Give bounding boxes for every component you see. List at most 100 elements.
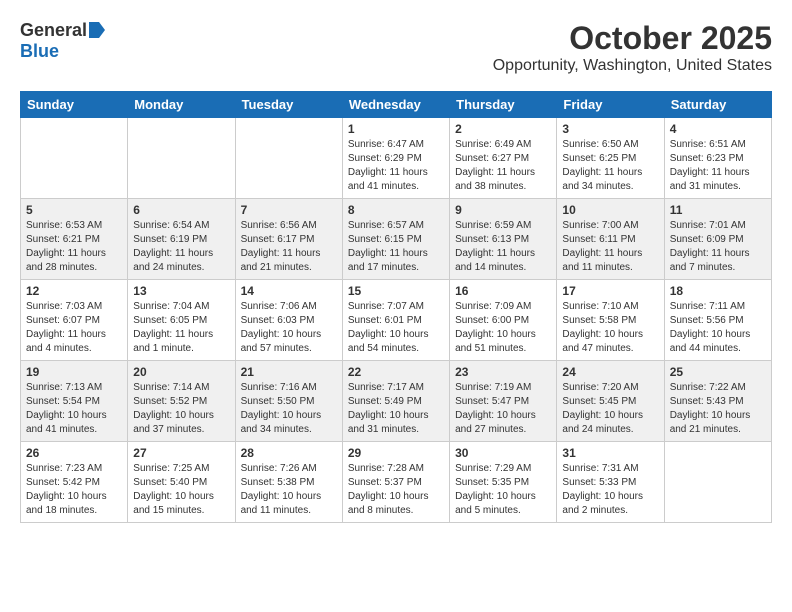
logo-arrow-icon (89, 22, 105, 38)
day-number: 27 (133, 446, 229, 460)
col-saturday: Saturday (664, 92, 771, 118)
day-number: 19 (26, 365, 122, 379)
col-friday: Friday (557, 92, 664, 118)
day-number: 13 (133, 284, 229, 298)
table-row: 20Sunrise: 7:14 AM Sunset: 5:52 PM Dayli… (128, 361, 235, 442)
day-info: Sunrise: 6:57 AM Sunset: 6:15 PM Dayligh… (348, 219, 444, 275)
day-number: 18 (670, 284, 766, 298)
table-row: 12Sunrise: 7:03 AM Sunset: 6:07 PM Dayli… (21, 280, 128, 361)
day-number: 17 (562, 284, 658, 298)
day-number: 21 (241, 365, 337, 379)
day-info: Sunrise: 7:06 AM Sunset: 6:03 PM Dayligh… (241, 300, 337, 356)
day-info: Sunrise: 7:20 AM Sunset: 5:45 PM Dayligh… (562, 381, 658, 437)
table-row (235, 118, 342, 199)
day-number: 16 (455, 284, 551, 298)
table-row: 30 Sunrise: 7:29 AM Sunset: 5:35 PM Dayli… (450, 442, 557, 523)
day-info: Sunrise: 7:00 AM Sunset: 6:11 PM Dayligh… (562, 219, 658, 275)
table-row: 21 Sunrise: 7:16 AM Sunset: 5:50 PM Dayli… (235, 361, 342, 442)
day-number: 29 (348, 446, 444, 460)
table-row: 11 Sunrise: 7:01 AM Sunset: 6:09 PM Dayli… (664, 199, 771, 280)
table-row (128, 118, 235, 199)
table-row: 15Sunrise: 7:07 AM Sunset: 6:01 PM Dayli… (342, 280, 449, 361)
table-row: 6 Sunrise: 6:54 AM Sunset: 6:19 PM Daylig… (128, 199, 235, 280)
table-row: 10 Sunrise: 7:00 AM Sunset: 6:11 PM Dayli… (557, 199, 664, 280)
day-info: Sunrise: 7:14 AM Sunset: 5:52 PM Dayligh… (133, 381, 229, 437)
table-row: 24 Sunrise: 7:20 AM Sunset: 5:45 PM Dayli… (557, 361, 664, 442)
table-row: 7Sunrise: 6:56 AM Sunset: 6:17 PM Daylig… (235, 199, 342, 280)
table-row: 5Sunrise: 6:53 AM Sunset: 6:21 PM Daylig… (21, 199, 128, 280)
day-info: Sunrise: 7:03 AM Sunset: 6:07 PM Dayligh… (26, 300, 122, 356)
table-row: 13 Sunrise: 7:04 AM Sunset: 6:05 PM Dayli… (128, 280, 235, 361)
table-row: 31 Sunrise: 7:31 AM Sunset: 5:33 PM Dayli… (557, 442, 664, 523)
page: General Blue October 2025 Opportunity, W… (0, 0, 792, 533)
day-number: 28 (241, 446, 337, 460)
day-info: Sunrise: 7:22 AM Sunset: 5:43 PM Dayligh… (670, 381, 766, 437)
day-info: Sunrise: 6:59 AM Sunset: 6:13 PM Dayligh… (455, 219, 551, 275)
day-info: Sunrise: 7:10 AM Sunset: 5:58 PM Dayligh… (562, 300, 658, 356)
day-info: Sunrise: 7:19 AM Sunset: 5:47 PM Dayligh… (455, 381, 551, 437)
col-thursday: Thursday (450, 92, 557, 118)
table-row: 2Sunrise: 6:49 AM Sunset: 6:27 PM Daylig… (450, 118, 557, 199)
table-row: 1Sunrise: 6:47 AM Sunset: 6:29 PM Daylig… (342, 118, 449, 199)
day-number: 3 (562, 122, 658, 136)
day-info: Sunrise: 6:50 AM Sunset: 6:25 PM Dayligh… (562, 138, 658, 194)
day-info: Sunrise: 7:16 AM Sunset: 5:50 PM Dayligh… (241, 381, 337, 437)
day-info: Sunrise: 7:01 AM Sunset: 6:09 PM Dayligh… (670, 219, 766, 275)
day-number: 9 (455, 203, 551, 217)
header: General Blue October 2025 Opportunity, W… (20, 20, 772, 75)
table-row: 4Sunrise: 6:51 AM Sunset: 6:23 PM Daylig… (664, 118, 771, 199)
day-info: Sunrise: 7:04 AM Sunset: 6:05 PM Dayligh… (133, 300, 229, 356)
day-info: Sunrise: 7:13 AM Sunset: 5:54 PM Dayligh… (26, 381, 122, 437)
day-info: Sunrise: 6:56 AM Sunset: 6:17 PM Dayligh… (241, 219, 337, 275)
table-row: 19 Sunrise: 7:13 AM Sunset: 5:54 PM Dayli… (21, 361, 128, 442)
table-row (664, 442, 771, 523)
table-row: 28 Sunrise: 7:26 AM Sunset: 5:38 PM Dayli… (235, 442, 342, 523)
page-subtitle: Opportunity, Washington, United States (493, 57, 772, 75)
table-row (21, 118, 128, 199)
day-info: Sunrise: 7:28 AM Sunset: 5:37 PM Dayligh… (348, 462, 444, 518)
day-number: 24 (562, 365, 658, 379)
calendar-table: Sunday Monday Tuesday Wednesday Thursday… (20, 91, 772, 523)
day-number: 10 (562, 203, 658, 217)
day-info: Sunrise: 7:25 AM Sunset: 5:40 PM Dayligh… (133, 462, 229, 518)
calendar-week-row: 12Sunrise: 7:03 AM Sunset: 6:07 PM Dayli… (21, 280, 772, 361)
day-info: Sunrise: 7:09 AM Sunset: 6:00 PM Dayligh… (455, 300, 551, 356)
calendar-header-row: Sunday Monday Tuesday Wednesday Thursday… (21, 92, 772, 118)
table-row: 16 Sunrise: 7:09 AM Sunset: 6:00 PM Dayli… (450, 280, 557, 361)
logo-blue-text: Blue (20, 41, 59, 62)
col-monday: Monday (128, 92, 235, 118)
day-number: 6 (133, 203, 229, 217)
table-row: 29 Sunrise: 7:28 AM Sunset: 5:37 PM Dayli… (342, 442, 449, 523)
table-row: 26Sunrise: 7:23 AM Sunset: 5:42 PM Dayli… (21, 442, 128, 523)
logo-general-text: General (20, 20, 87, 41)
table-row: 27 Sunrise: 7:25 AM Sunset: 5:40 PM Dayli… (128, 442, 235, 523)
table-row: 14Sunrise: 7:06 AM Sunset: 6:03 PM Dayli… (235, 280, 342, 361)
table-row: 17 Sunrise: 7:10 AM Sunset: 5:58 PM Dayli… (557, 280, 664, 361)
calendar-week-row: 26Sunrise: 7:23 AM Sunset: 5:42 PM Dayli… (21, 442, 772, 523)
day-info: Sunrise: 7:26 AM Sunset: 5:38 PM Dayligh… (241, 462, 337, 518)
day-number: 4 (670, 122, 766, 136)
day-number: 25 (670, 365, 766, 379)
logo: General Blue (20, 20, 105, 62)
day-number: 30 (455, 446, 551, 460)
day-info: Sunrise: 6:54 AM Sunset: 6:19 PM Dayligh… (133, 219, 229, 275)
table-row: 25 Sunrise: 7:22 AM Sunset: 5:43 PM Dayli… (664, 361, 771, 442)
title-block: October 2025 Opportunity, Washington, Un… (493, 20, 772, 75)
day-info: Sunrise: 7:23 AM Sunset: 5:42 PM Dayligh… (26, 462, 122, 518)
table-row: 22Sunrise: 7:17 AM Sunset: 5:49 PM Dayli… (342, 361, 449, 442)
table-row: 3 Sunrise: 6:50 AM Sunset: 6:25 PM Daylig… (557, 118, 664, 199)
day-info: Sunrise: 7:07 AM Sunset: 6:01 PM Dayligh… (348, 300, 444, 356)
day-number: 11 (670, 203, 766, 217)
day-info: Sunrise: 6:47 AM Sunset: 6:29 PM Dayligh… (348, 138, 444, 194)
day-number: 23 (455, 365, 551, 379)
day-info: Sunrise: 7:31 AM Sunset: 5:33 PM Dayligh… (562, 462, 658, 518)
day-number: 31 (562, 446, 658, 460)
calendar-week-row: 19 Sunrise: 7:13 AM Sunset: 5:54 PM Dayli… (21, 361, 772, 442)
page-title: October 2025 (493, 20, 772, 57)
day-info: Sunrise: 7:29 AM Sunset: 5:35 PM Dayligh… (455, 462, 551, 518)
col-sunday: Sunday (21, 92, 128, 118)
col-tuesday: Tuesday (235, 92, 342, 118)
day-info: Sunrise: 7:17 AM Sunset: 5:49 PM Dayligh… (348, 381, 444, 437)
day-info: Sunrise: 6:53 AM Sunset: 6:21 PM Dayligh… (26, 219, 122, 275)
day-number: 2 (455, 122, 551, 136)
